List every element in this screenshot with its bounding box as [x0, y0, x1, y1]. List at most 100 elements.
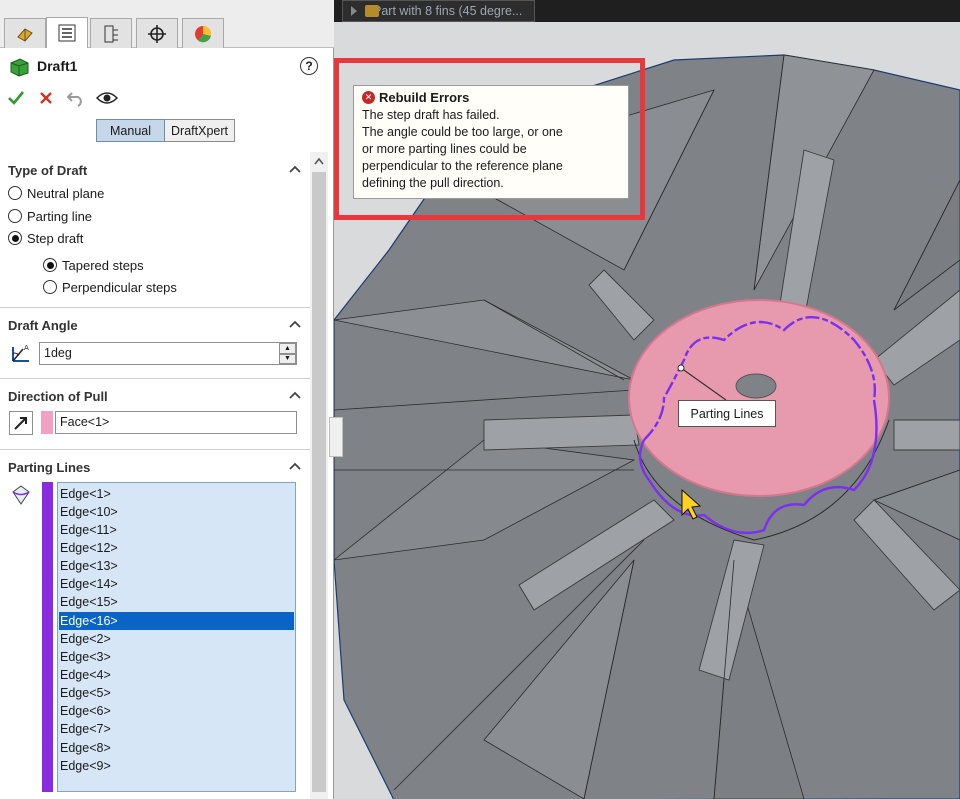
preview-button[interactable] [95, 86, 119, 110]
draftxpert-button[interactable]: DraftXpert [165, 119, 235, 142]
draft-angle-input[interactable]: 1deg [39, 342, 297, 365]
ok-button[interactable] [4, 86, 28, 110]
radio-button[interactable] [43, 280, 57, 294]
direction-of-pull-header[interactable]: Direction of Pull [0, 383, 310, 409]
radio-step-draft[interactable]: Step draft [8, 228, 83, 248]
close-icon [40, 92, 52, 104]
tab-configuration-manager[interactable] [90, 18, 132, 48]
parting-lines-header[interactable]: Parting Lines [0, 454, 310, 480]
list-item[interactable]: Edge<9> [59, 757, 294, 775]
list-item[interactable]: Edge<15> [59, 593, 294, 611]
eye-icon [96, 92, 118, 104]
radio-perpendicular-steps[interactable]: Perpendicular steps [43, 277, 177, 297]
parting-lines-color-bar [42, 482, 53, 792]
list-item[interactable]: Edge<2> [59, 630, 294, 648]
undo-button[interactable] [64, 86, 88, 110]
list-item[interactable]: Edge<1> [59, 485, 294, 503]
appearance-pie-icon [195, 25, 212, 42]
checkmark-icon [8, 91, 25, 105]
error-message-line: defining the pull direction. [362, 176, 504, 190]
list-item[interactable]: Edge<5> [59, 684, 294, 702]
tab-property-manager[interactable] [46, 17, 88, 48]
error-title-row: ✕ Rebuild Errors [362, 90, 620, 105]
chevron-up-icon[interactable] [288, 319, 302, 329]
list-item[interactable]: Edge<12> [59, 539, 294, 557]
type-of-draft-header[interactable]: Type of Draft [0, 157, 310, 183]
radio-label: Tapered steps [62, 257, 144, 273]
error-icon: ✕ [362, 91, 375, 104]
manual-button[interactable]: Manual [96, 119, 165, 142]
tab-feature-manager[interactable] [4, 18, 46, 48]
list-item[interactable]: Edge<11> [59, 521, 294, 539]
draft-angle-spinner[interactable]: ▲ ▼ [279, 343, 296, 364]
section-title: Type of Draft [8, 163, 88, 178]
draft-angle-header[interactable]: Draft Angle [0, 312, 310, 338]
list-item[interactable]: Edge<7> [59, 720, 294, 738]
radio-label: Perpendicular steps [62, 279, 177, 295]
tab-display-manager[interactable] [182, 18, 224, 48]
section-title: Parting Lines [8, 460, 91, 475]
cancel-button[interactable] [34, 86, 58, 110]
breadcrumb-bar: Part with 8 fins (45 degre... [334, 0, 960, 22]
parting-lines-list[interactable]: Edge<1> Edge<10> Edge<11> Edge<12> Edge<… [57, 482, 296, 792]
radio-button[interactable] [8, 186, 22, 200]
error-highlight-frame: ✕ Rebuild Errors The step draft has fail… [334, 58, 645, 220]
crosshair-icon [148, 24, 166, 43]
chevron-up-icon[interactable] [288, 164, 302, 174]
section-divider [0, 449, 310, 450]
graphics-area[interactable]: Part with 8 fins (45 degre... ✕ Rebuild … [334, 0, 960, 799]
error-message-line: The step draft has failed. [362, 108, 500, 122]
radio-label: Neutral plane [27, 185, 105, 201]
direction-color-swatch [41, 411, 53, 434]
parting-line-icon [12, 485, 30, 505]
configuration-manager-icon [104, 25, 118, 42]
error-message-line: or more parting lines could be [362, 142, 527, 156]
radio-button[interactable] [8, 231, 22, 245]
part-icon [365, 5, 379, 17]
feature-title: Draft1 [37, 58, 78, 74]
chevron-up-icon[interactable] [288, 390, 302, 400]
breadcrumb[interactable]: Part with 8 fins (45 degre... [342, 0, 536, 22]
error-message-line: perpendicular to the reference plane [362, 159, 563, 173]
list-item-selected[interactable]: Edge<16> [59, 612, 294, 630]
radio-button[interactable] [43, 258, 57, 272]
draft-angle-icon: A [12, 344, 29, 362]
list-item[interactable]: Edge<13> [59, 557, 294, 575]
help-icon[interactable]: ? [300, 57, 318, 75]
undo-icon [66, 92, 82, 107]
direction-of-pull-field[interactable]: Face<1> [55, 411, 297, 434]
chevron-right-icon [351, 6, 357, 16]
reverse-direction-button[interactable] [9, 411, 33, 435]
spin-down-icon[interactable]: ▼ [279, 353, 296, 364]
scroll-up-icon[interactable] [310, 152, 328, 170]
panel-collapse-handle[interactable] [329, 417, 343, 457]
error-message-line: The angle could be too large, or one [362, 125, 563, 139]
scrollbar-thumb[interactable] [312, 172, 326, 792]
reverse-direction-icon [14, 417, 27, 430]
spin-up-icon[interactable]: ▲ [279, 343, 296, 354]
list-item[interactable]: Edge<10> [59, 503, 294, 521]
list-item[interactable]: Edge<8> [59, 739, 294, 757]
panel-scrollbar[interactable] [310, 152, 328, 799]
list-item[interactable]: Edge<3> [59, 648, 294, 666]
radio-parting-line[interactable]: Parting line [8, 206, 92, 226]
radio-label: Parting line [27, 208, 93, 224]
radio-neutral-plane[interactable]: Neutral plane [8, 183, 104, 203]
property-manager-panel: Draft1 ? Manual DraftXpert Type of Draft… [0, 0, 334, 799]
radio-tapered-steps[interactable]: Tapered steps [43, 255, 144, 275]
manager-tab-bar [0, 0, 334, 48]
breadcrumb-label: Part with 8 fins (45 degre... [373, 4, 523, 18]
rebuild-errors-tooltip: ✕ Rebuild Errors The step draft has fail… [353, 85, 629, 199]
section-title: Direction of Pull [8, 389, 108, 404]
radio-button[interactable] [8, 209, 22, 223]
list-item[interactable]: Edge<4> [59, 666, 294, 684]
feature-title-row: Draft1 ? [0, 52, 334, 82]
draft-feature-icon [10, 58, 29, 77]
list-item[interactable]: Edge<6> [59, 702, 294, 720]
solidworks-window: Draft1 ? Manual DraftXpert Type of Draft… [0, 0, 960, 799]
parting-lines-callout[interactable]: Parting Lines [678, 400, 776, 427]
list-item[interactable]: Edge<14> [59, 575, 294, 593]
section-divider [0, 378, 310, 379]
tab-dimxpert-manager[interactable] [136, 18, 178, 48]
chevron-up-icon[interactable] [288, 461, 302, 471]
